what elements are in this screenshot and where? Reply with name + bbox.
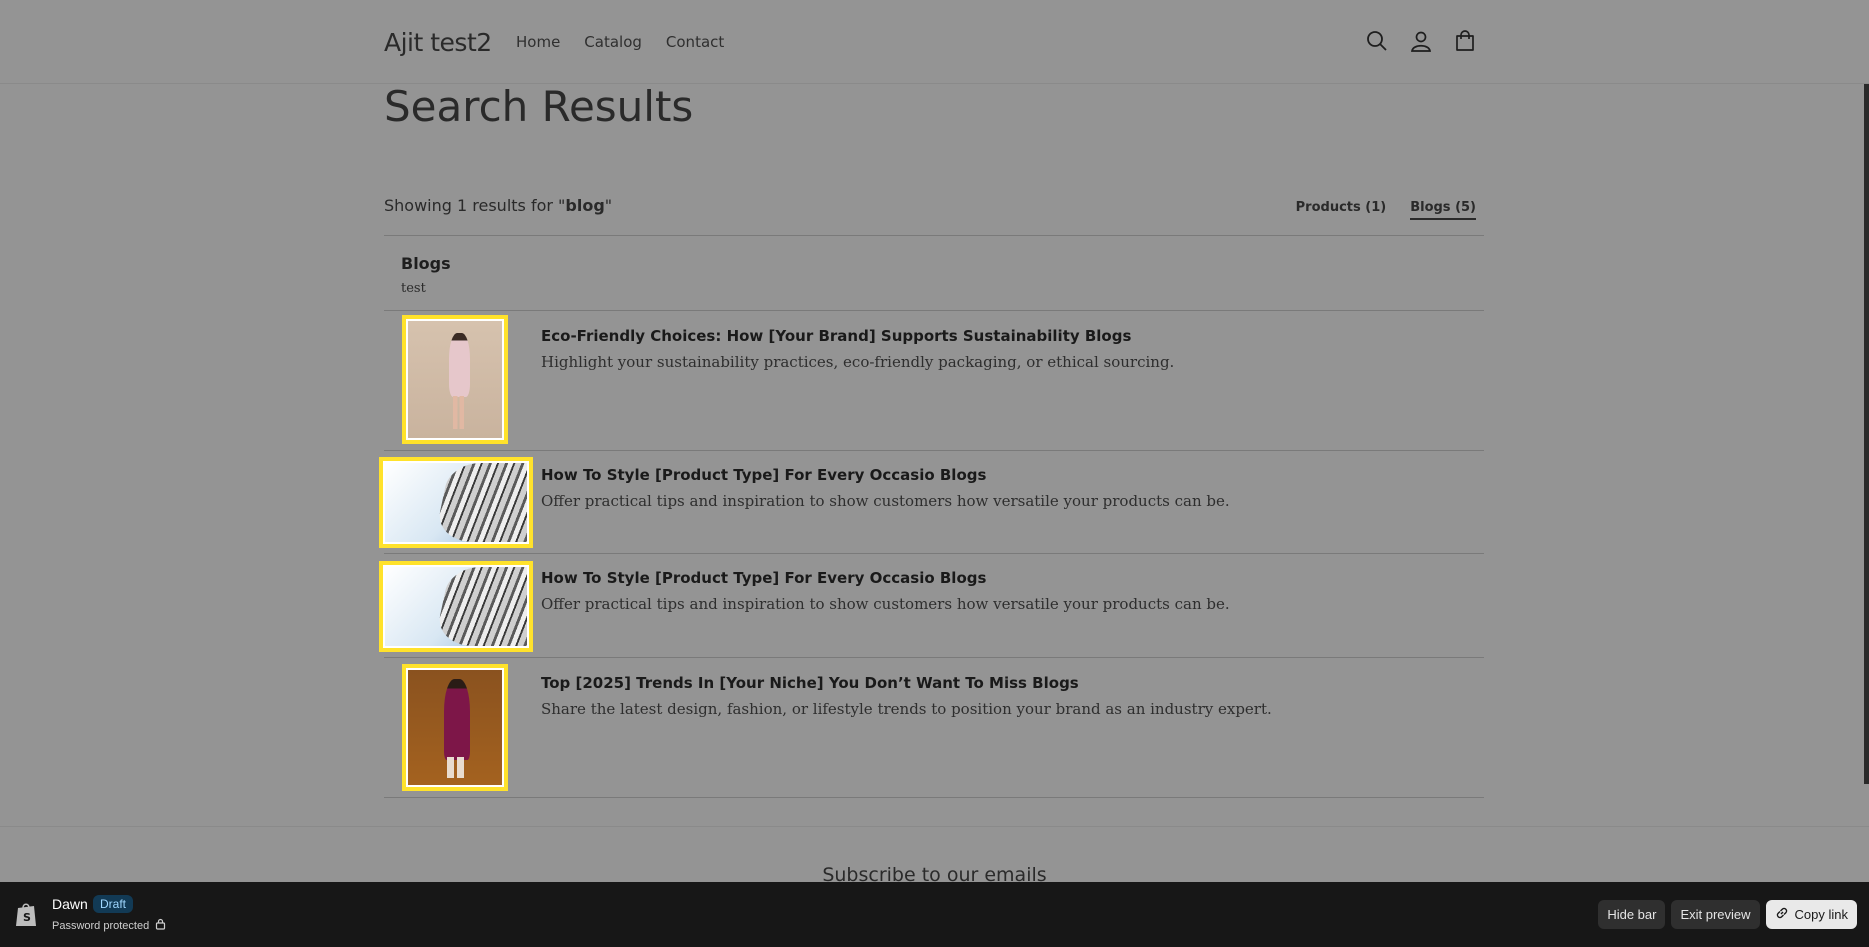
- article-description: Highlight your sustainability practices,…: [541, 353, 1175, 371]
- article-description: Offer practical tips and inspiration to …: [541, 492, 1230, 510]
- copy-link-label: Copy link: [1794, 907, 1848, 922]
- site-header: Ajit test2 Home Catalog Contact: [0, 0, 1869, 84]
- list-item[interactable]: How To Style [Product Type] For Every Oc…: [379, 451, 1484, 554]
- copy-link-button[interactable]: Copy link: [1765, 900, 1857, 929]
- woman-purple-dress-image: [408, 670, 502, 785]
- results-list: Blogs test Eco-Friendly Choices: How [Yo…: [379, 235, 1484, 798]
- main-nav: Home Catalog Contact: [516, 33, 748, 51]
- article-title[interactable]: Eco-Friendly Choices: How [Your Brand] S…: [541, 327, 1131, 345]
- preview-bar: S Dawn Draft Password protected Hide bar…: [0, 882, 1869, 947]
- group-subtitle: test: [401, 281, 426, 296]
- result-tabs: Products (1) Blogs (5): [1296, 200, 1476, 220]
- theme-name: Dawn: [52, 896, 88, 912]
- list-item[interactable]: Eco-Friendly Choices: How [Your Brand] S…: [384, 311, 1484, 451]
- results-bar: Showing 1 results for "blog" Products (1…: [384, 196, 1484, 236]
- nav-home[interactable]: Home: [516, 33, 560, 51]
- svg-text:S: S: [23, 911, 31, 924]
- header-icons: [1364, 28, 1478, 54]
- nav-catalog[interactable]: Catalog: [584, 33, 642, 51]
- watch-band-image: [385, 567, 527, 646]
- lock-icon: [155, 918, 166, 933]
- search-icon[interactable]: [1364, 28, 1390, 54]
- woman-pink-dress-image: [408, 321, 502, 438]
- footer-divider: [0, 826, 1869, 827]
- list-item[interactable]: How To Style [Product Type] For Every Oc…: [379, 554, 1484, 658]
- group-title: Blogs: [401, 254, 451, 273]
- cart-icon[interactable]: [1452, 28, 1478, 54]
- password-label: Password protected: [52, 919, 150, 932]
- article-thumbnail[interactable]: [379, 457, 533, 548]
- scrollbar[interactable]: [1864, 84, 1869, 784]
- shopify-bag-icon: S: [14, 900, 38, 928]
- password-status: Password protected: [52, 918, 166, 933]
- search-query: blog: [565, 196, 605, 215]
- hide-bar-button[interactable]: Hide bar: [1598, 900, 1666, 929]
- article-thumbnail[interactable]: [402, 664, 508, 791]
- store-logo[interactable]: Ajit test2: [384, 28, 492, 57]
- status-badge: Draft: [93, 895, 134, 913]
- article-description: Share the latest design, fashion, or lif…: [541, 700, 1272, 718]
- article-description: Offer practical tips and inspiration to …: [541, 595, 1230, 613]
- article-thumbnail[interactable]: [379, 561, 533, 652]
- list-item[interactable]: Top [2025] Trends In [Your Niche] You Do…: [384, 658, 1484, 798]
- page-title: Search Results: [384, 82, 694, 131]
- blog-group-header: Blogs test: [384, 236, 1484, 311]
- article-title[interactable]: How To Style [Product Type] For Every Oc…: [541, 569, 986, 587]
- preview-actions: Hide bar Exit preview Copy link: [1598, 900, 1857, 929]
- account-icon[interactable]: [1408, 28, 1434, 54]
- watch-band-image: [385, 463, 527, 542]
- tab-products[interactable]: Products (1): [1296, 200, 1387, 220]
- nav-contact[interactable]: Contact: [666, 33, 724, 51]
- article-title[interactable]: How To Style [Product Type] For Every Oc…: [541, 466, 986, 484]
- link-icon: [1775, 906, 1789, 923]
- tab-blogs[interactable]: Blogs (5): [1410, 200, 1476, 220]
- article-title[interactable]: Top [2025] Trends In [Your Niche] You Do…: [541, 674, 1079, 692]
- exit-preview-button[interactable]: Exit preview: [1671, 900, 1760, 929]
- article-thumbnail[interactable]: [402, 315, 508, 444]
